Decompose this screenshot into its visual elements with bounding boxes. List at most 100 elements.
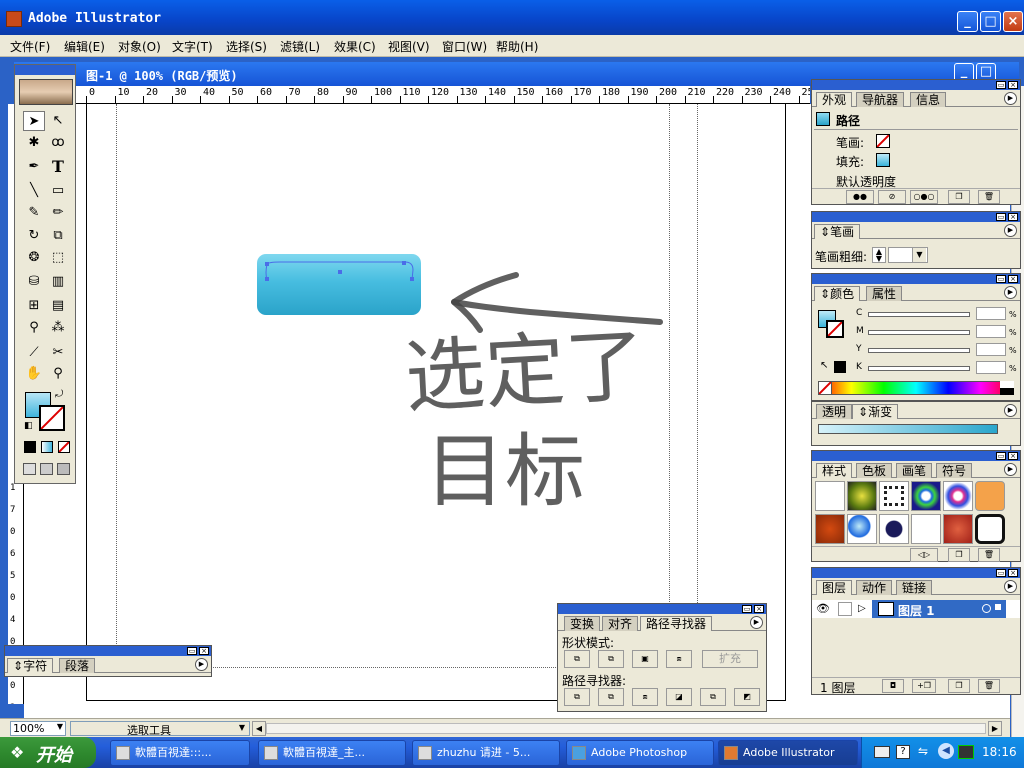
tab-character[interactable]: ⇕字符 (7, 658, 54, 673)
channel-c-slider[interactable] (868, 312, 970, 317)
tab-brushes[interactable]: 画笔 (896, 463, 933, 478)
menu-window[interactable]: 窗口(W) (442, 38, 487, 55)
line-tool-icon[interactable]: ╲ (23, 181, 45, 201)
tab-transform[interactable]: 变换 (564, 616, 601, 631)
style-starburst[interactable] (911, 481, 941, 511)
tab-navigator[interactable]: 导航器 (856, 92, 905, 107)
panel-menu-button[interactable]: ▶ (195, 658, 208, 671)
menu-select[interactable]: 选择(S) (226, 38, 267, 55)
tab-align[interactable]: 对齐 (602, 616, 639, 631)
warp-tool-icon[interactable]: ❂ (23, 248, 45, 268)
slice-tool-icon[interactable]: ⟋ (23, 343, 45, 363)
taskbar-item-1[interactable]: 軟體百視達:::... (110, 740, 250, 766)
new-layer-button[interactable]: ❐ (948, 679, 970, 693)
layer-row[interactable]: 👁 ▷ 图层 1 (812, 600, 1020, 618)
scale-tool-icon[interactable]: ⧉ (47, 226, 69, 246)
last-color-swatch[interactable] (834, 361, 846, 373)
tab-paragraph[interactable]: 段落 (59, 658, 96, 673)
style-red-pattern[interactable] (943, 514, 973, 544)
style-sphere-green[interactable] (847, 481, 877, 511)
taskbar-item-photoshop[interactable]: Adobe Photoshop (566, 740, 714, 766)
panel-menu-button[interactable]: ▶ (750, 616, 763, 629)
selection-tool-icon[interactable]: ➤ (23, 111, 45, 131)
color-spectrum-bar[interactable] (818, 381, 1014, 395)
menu-file[interactable]: 文件(F) (10, 38, 50, 55)
close-button[interactable]: × (1003, 11, 1023, 32)
expand-button[interactable]: 扩充 (702, 650, 758, 668)
maximize-button[interactable]: □ (980, 11, 1001, 32)
tab-attributes[interactable]: 属性 (866, 286, 903, 301)
reduce-to-basic-button[interactable]: ○●○ (910, 190, 938, 204)
channel-m-slider[interactable] (868, 330, 970, 335)
gradient-mode-icon[interactable] (41, 441, 53, 453)
channel-m-input[interactable] (976, 325, 1006, 338)
taskbar-item-3[interactable]: zhuzhu 请进 - 5... (412, 740, 560, 766)
tab-color[interactable]: ⇕颜色 (814, 286, 861, 301)
tab-pathfinder[interactable]: 路径寻找器 (640, 616, 713, 631)
panel-header[interactable]: ▭ × (812, 451, 1020, 461)
show-hidden-icons-button[interactable]: ◀ (938, 743, 954, 759)
panel-menu-button[interactable]: ▶ (1004, 463, 1017, 476)
channel-y-slider[interactable] (868, 348, 970, 353)
menu-edit[interactable]: 编辑(E) (64, 38, 105, 55)
illustrator-app-icon[interactable] (6, 11, 22, 27)
trim-button[interactable]: ⧉ (598, 688, 624, 706)
style-navy-square[interactable] (879, 514, 909, 544)
chevron-down-icon[interactable]: ▼ (912, 248, 926, 262)
full-screen-menu-mode-icon[interactable] (40, 463, 53, 475)
symbol-sprayer-tool-icon[interactable]: ⛁ (23, 272, 45, 292)
panel-header[interactable]: ▭ × (812, 212, 1020, 222)
status-tool-select[interactable]: 选取工具 ▼ (70, 721, 250, 737)
panel-header[interactable]: ▭ × (812, 274, 1020, 284)
break-link-button[interactable]: ◁▷ (910, 548, 938, 562)
start-button[interactable]: ❖ 开始 (0, 737, 96, 768)
layer-name[interactable]: 图层 1 (898, 602, 935, 619)
panel-header[interactable]: ▭ × (812, 568, 1020, 578)
trash-icon[interactable]: 🗑 (978, 548, 1000, 562)
menu-effect[interactable]: 效果(C) (334, 38, 376, 55)
target-circle-icon[interactable] (982, 604, 991, 613)
new-art-maintains-appearance-button[interactable]: ●● (846, 190, 874, 204)
make-clipping-mask-button[interactable]: ◘ (882, 679, 904, 693)
tab-appearance[interactable]: 外观 (816, 92, 853, 107)
graph-tool-icon[interactable]: ▥ (47, 272, 69, 292)
panel-close-button[interactable]: × (1008, 81, 1018, 89)
intersect-shape-button[interactable]: ▣ (632, 650, 658, 668)
panel-minimize-button[interactable]: ▭ (742, 605, 752, 613)
tab-styles[interactable]: 样式 (816, 463, 853, 478)
eyedropper-tool-icon[interactable]: ⚲ (23, 318, 45, 338)
panel-menu-button[interactable]: ▶ (1004, 580, 1017, 593)
eye-icon[interactable]: 👁 (816, 602, 830, 615)
mesh-tool-icon[interactable]: ⊞ (23, 296, 45, 316)
pencil-tool-icon[interactable]: ✏ (47, 203, 69, 223)
lasso-tool-icon[interactable]: ꝏ (47, 133, 69, 153)
panel-close-button[interactable]: × (1008, 275, 1018, 283)
new-sublayer-button[interactable]: +❐ (912, 679, 936, 693)
zoom-select[interactable]: 100% ▼ (10, 721, 66, 736)
channel-k-slider[interactable] (868, 366, 970, 371)
keyboard-icon[interactable] (874, 746, 890, 758)
channel-y-input[interactable] (976, 343, 1006, 356)
zoom-tool-icon[interactable]: ⚲ (47, 364, 69, 384)
tab-actions[interactable]: 动作 (856, 580, 893, 595)
black-swatch[interactable] (1000, 388, 1014, 395)
full-screen-mode-icon[interactable] (57, 463, 70, 475)
panel-minimize-button[interactable]: ▭ (996, 452, 1006, 460)
toolbox-header[interactable] (15, 65, 75, 75)
style-default[interactable] (815, 481, 845, 511)
style-orange-block[interactable] (975, 481, 1005, 511)
panel-close-button[interactable]: × (199, 647, 209, 655)
default-colors-icon[interactable]: ◧ (24, 421, 33, 431)
channel-k-input[interactable] (976, 361, 1006, 374)
tab-gradient[interactable]: ⇕渐变 (852, 404, 899, 419)
toolbox-logo-image[interactable] (19, 79, 73, 105)
panel-close-button[interactable]: × (1008, 452, 1018, 460)
style-blank[interactable] (911, 514, 941, 544)
pen-tool-icon[interactable]: ✒ (23, 157, 45, 177)
minimize-button[interactable]: _ (957, 11, 978, 32)
panel-close-button[interactable]: × (1008, 569, 1018, 577)
volume-icon[interactable] (958, 745, 974, 759)
outline-button[interactable]: ⧉ (700, 688, 726, 706)
lock-toggle[interactable] (838, 602, 852, 616)
panel-menu-button[interactable]: ▶ (1004, 286, 1017, 299)
